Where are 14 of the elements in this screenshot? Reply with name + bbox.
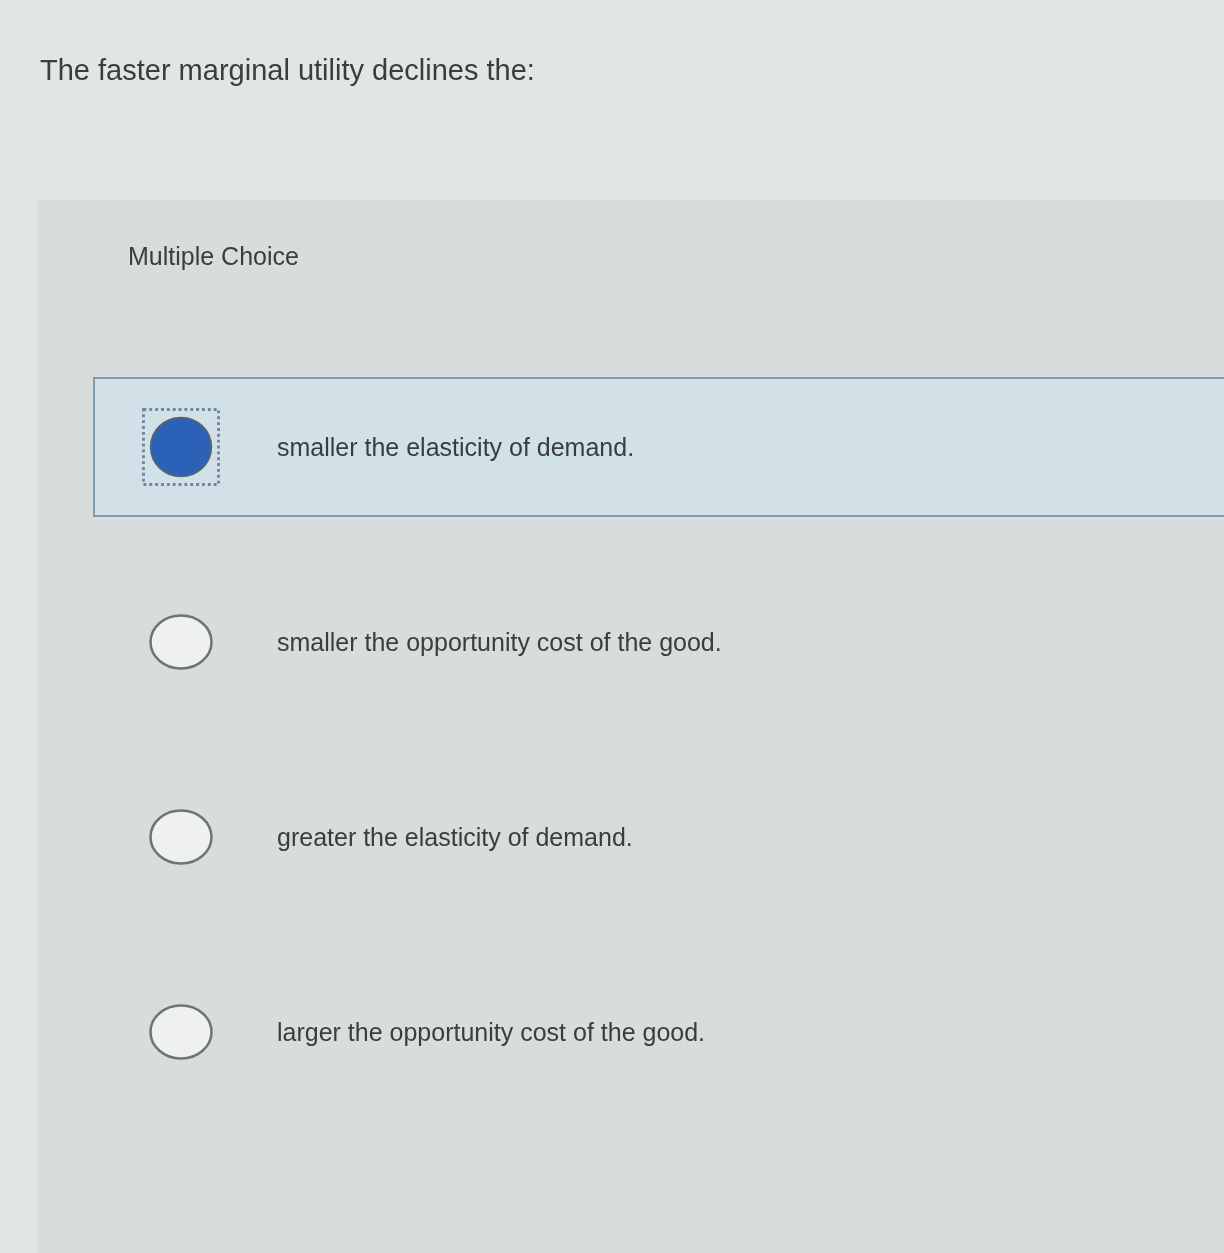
question-type-label: Multiple Choice	[128, 241, 299, 272]
option-text: larger the opportunity cost of the good.	[277, 1017, 706, 1048]
question-text: The faster marginal utility declines the:	[40, 53, 535, 88]
answer-option[interactable]: smaller the opportunity cost of the good.	[93, 572, 1224, 712]
selected-radio-icon[interactable]	[142, 407, 220, 487]
option-text: smaller the opportunity cost of the good.	[277, 627, 722, 658]
answer-option[interactable]: smaller the elasticity of demand.	[93, 377, 1224, 517]
radio-icon[interactable]	[149, 614, 213, 670]
answer-option[interactable]: larger the opportunity cost of the good.	[93, 962, 1224, 1102]
answer-option[interactable]: greater the elasticity of demand.	[93, 767, 1224, 907]
option-text: smaller the elasticity of demand.	[277, 432, 635, 463]
radio-icon[interactable]	[149, 809, 213, 865]
radio-icon[interactable]	[149, 1004, 213, 1060]
option-text: greater the elasticity of demand.	[277, 822, 633, 853]
